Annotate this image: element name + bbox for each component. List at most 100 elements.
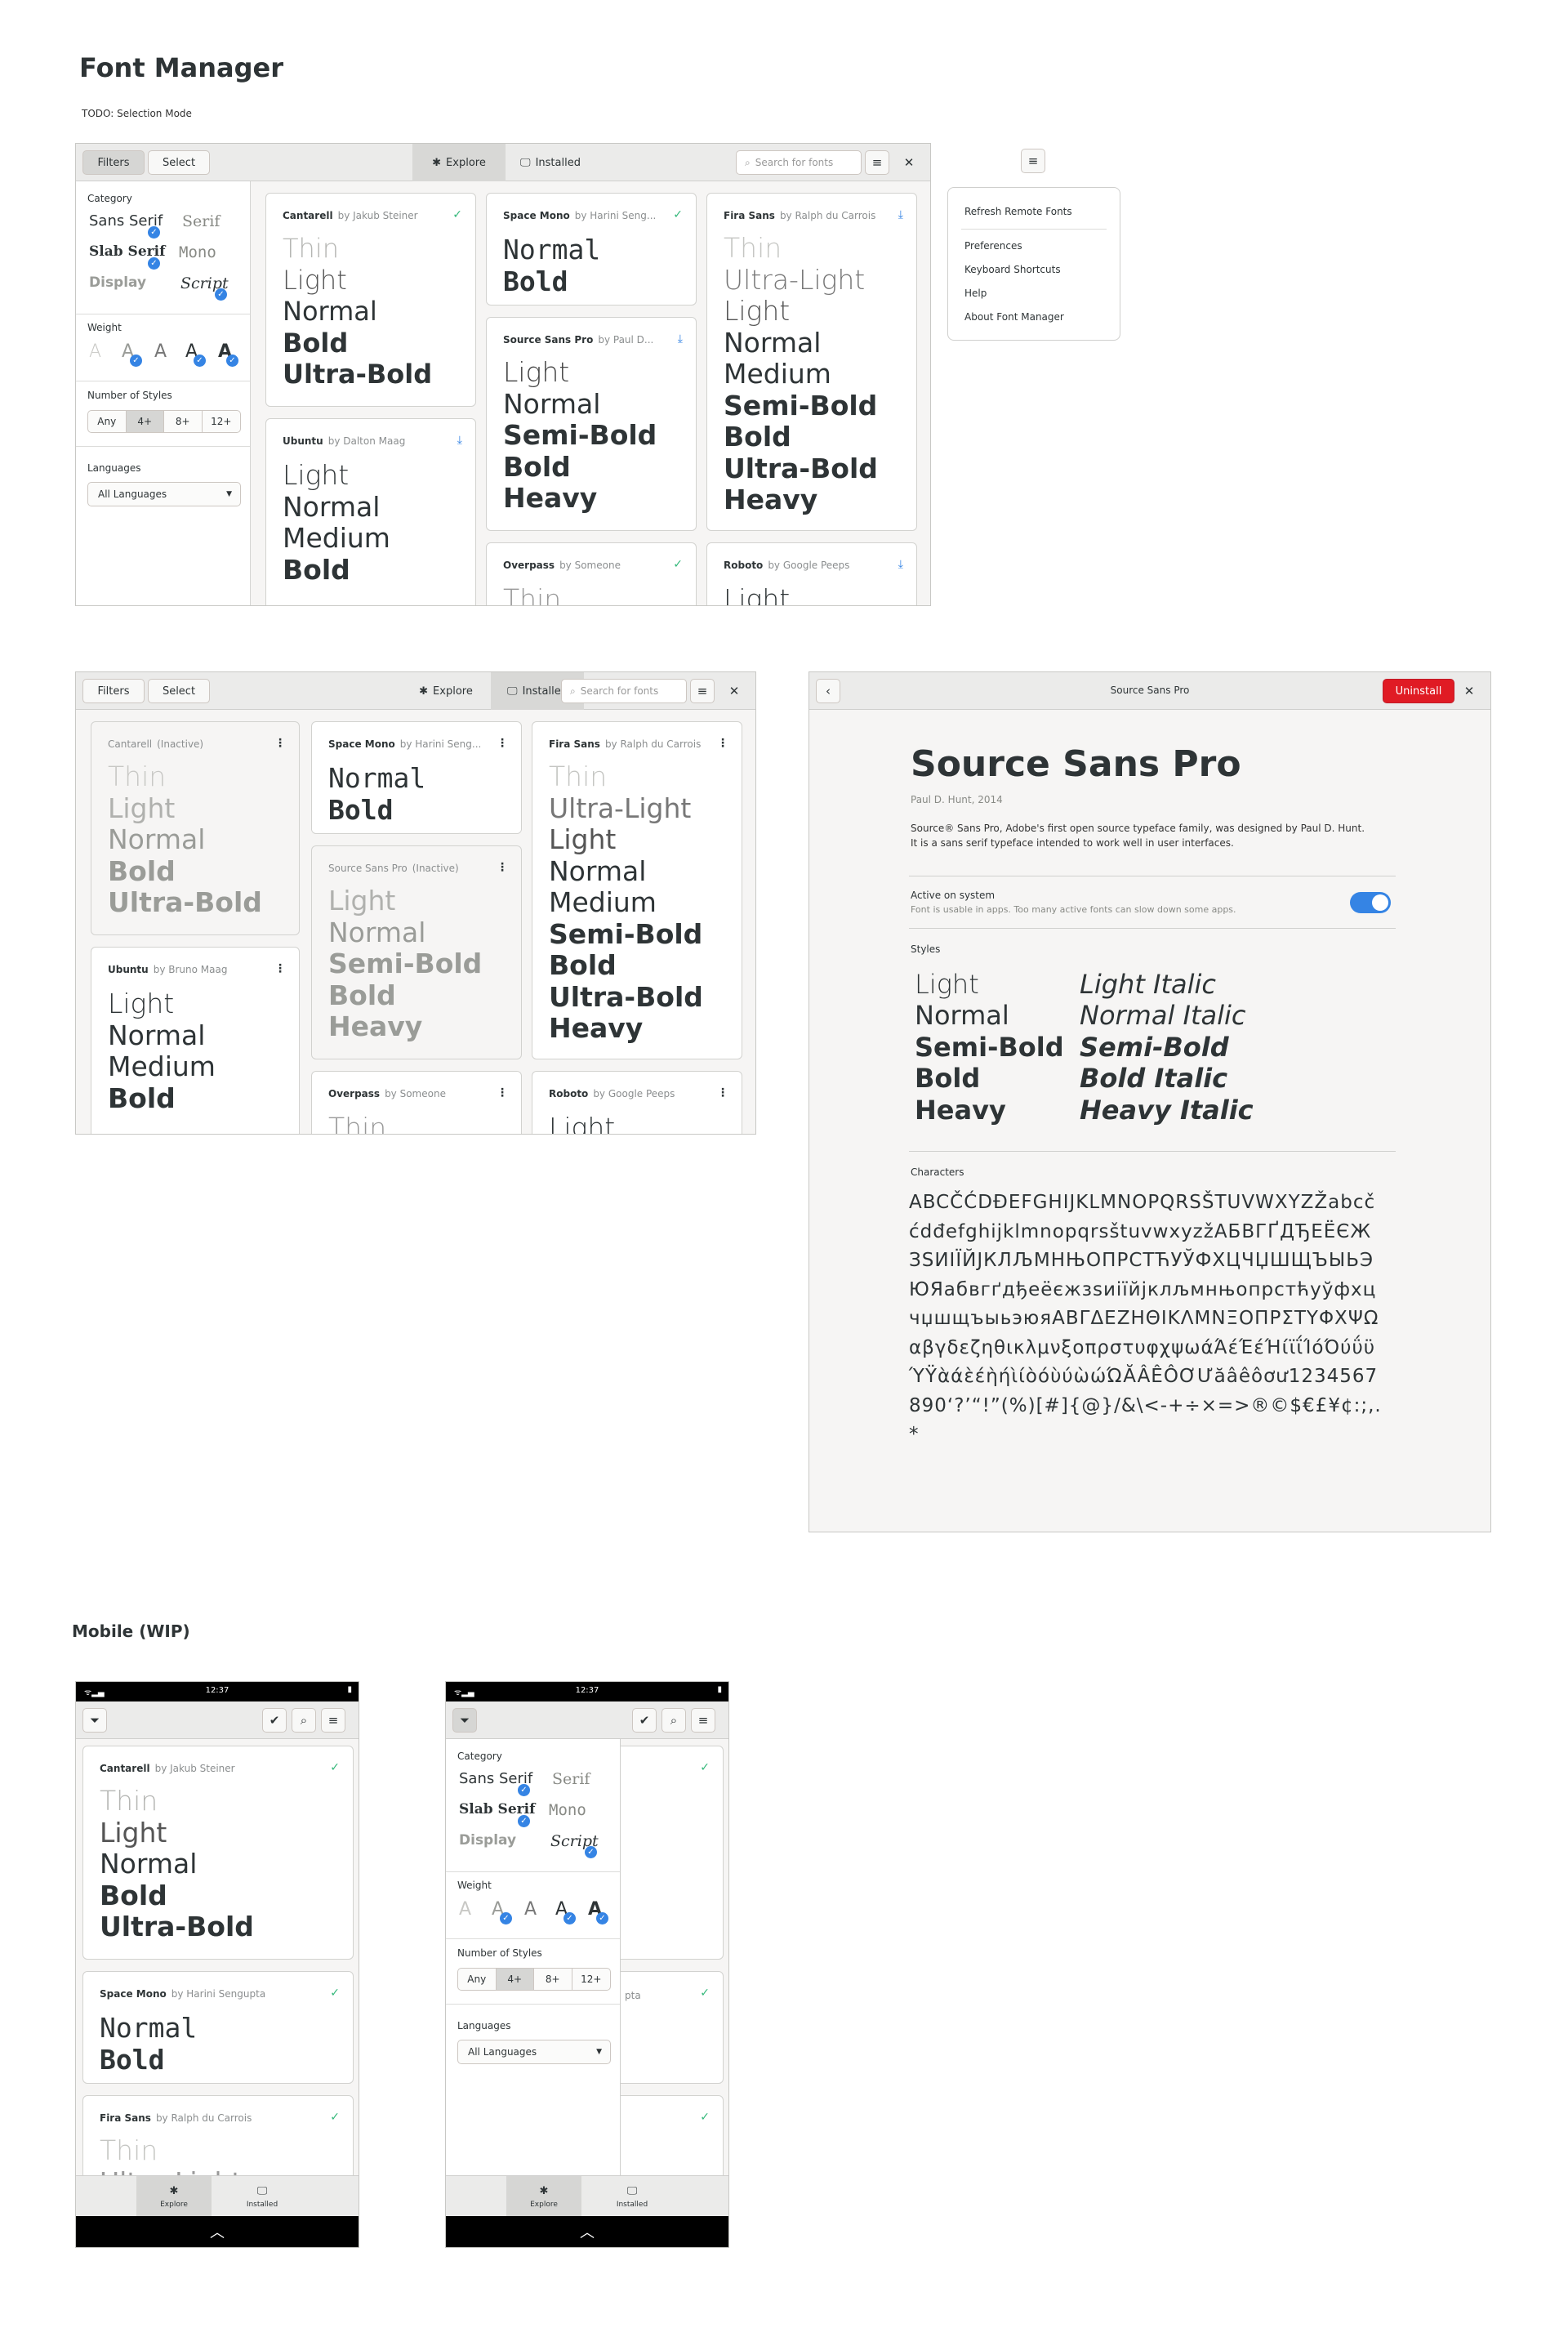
chevron-up-icon: ︿ bbox=[210, 2224, 225, 2241]
installed-check-icon: ✓ bbox=[673, 558, 683, 571]
more-options-icon[interactable]: ⋮ bbox=[717, 737, 728, 750]
uninstall-button[interactable]: Uninstall bbox=[1383, 679, 1454, 703]
check-icon: ✓ bbox=[194, 355, 206, 367]
styles-4-plus[interactable]: 4+ bbox=[496, 1969, 534, 1990]
close-button[interactable]: ✕ bbox=[899, 153, 919, 172]
tab-installed[interactable]: 🖵 Installed bbox=[225, 2176, 300, 2217]
weight-thin[interactable]: A bbox=[459, 1899, 471, 1920]
font-card-roboto[interactable]: Roboto by Google Peeps ⋮ Light bbox=[532, 1071, 742, 1134]
close-button[interactable]: ✕ bbox=[1459, 681, 1479, 701]
languages-dropdown[interactable]: All Languages ▼ bbox=[457, 2040, 611, 2064]
tab-explore[interactable]: ✱ Explore bbox=[412, 144, 506, 181]
languages-dropdown[interactable]: All Languages ▼ bbox=[87, 482, 241, 506]
menu-help[interactable]: Help bbox=[964, 288, 987, 299]
menu-refresh[interactable]: Refresh Remote Fonts bbox=[964, 206, 1072, 217]
search-button[interactable]: ⌕ bbox=[292, 1708, 316, 1733]
header-bar: Filters Select ✱ Explore 🖵 Installed ⌕ Sear… bbox=[76, 144, 930, 181]
category-serif[interactable]: Serif bbox=[182, 212, 220, 230]
more-options-icon[interactable]: ⋮ bbox=[497, 737, 508, 750]
tab-installed[interactable]: 🖵 Installed bbox=[506, 144, 595, 181]
gesture-bar[interactable]: ︿ bbox=[76, 2216, 359, 2247]
weight-thin[interactable]: A bbox=[89, 341, 101, 362]
tab-explore[interactable]: ✱ Explore bbox=[136, 2176, 212, 2217]
search-input[interactable]: ⌕ Search for fonts bbox=[736, 150, 862, 175]
select-button[interactable]: Select bbox=[148, 150, 210, 175]
font-card-source-sans-pro[interactable]: Source Sans Pro by Paul D... ⤓ Light Norm… bbox=[486, 317, 697, 531]
installed-check-icon: ✓ bbox=[700, 1987, 710, 2000]
category-mono[interactable]: Mono bbox=[549, 1801, 586, 1819]
more-options-icon[interactable]: ⋮ bbox=[274, 737, 286, 750]
style-samples: Light Normal Medium Bold bbox=[108, 988, 216, 1114]
search-input[interactable]: ⌕ Search for fonts bbox=[561, 679, 687, 703]
filters-button[interactable]: Filters bbox=[82, 150, 145, 175]
main-menu-button[interactable]: ≡ bbox=[690, 679, 715, 703]
font-card-ubuntu[interactable]: Ubuntu by Dalton Maag ⤓ Light Normal Medi… bbox=[265, 418, 476, 605]
category-display[interactable]: Display bbox=[89, 274, 146, 291]
styles-12-plus[interactable]: 12+ bbox=[203, 411, 240, 432]
styles-8-plus[interactable]: 8+ bbox=[164, 411, 203, 432]
active-toggle[interactable] bbox=[1350, 892, 1391, 913]
font-card-overpass[interactable]: Overpass by Someone ✓ Thin bbox=[486, 542, 697, 605]
menu-keyboard-shortcuts[interactable]: Keyboard Shortcuts bbox=[964, 264, 1061, 275]
weight-normal[interactable]: A bbox=[524, 1899, 537, 1920]
main-menu-button[interactable]: ≡ bbox=[321, 1708, 345, 1733]
download-icon[interactable]: ⤓ bbox=[678, 332, 683, 346]
font-card-space-mono[interactable]: Space Mono by Harini Seng... ⋮ Normal Bol… bbox=[311, 721, 522, 834]
font-card-fira-sans[interactable]: Fira Sans by Ralph du Carrois ⋮ Thin Ultr… bbox=[532, 721, 742, 1059]
main-menu-button[interactable]: ≡ bbox=[865, 150, 889, 175]
more-options-icon[interactable]: ⋮ bbox=[497, 1086, 508, 1099]
select-button[interactable]: Select bbox=[148, 679, 210, 703]
menu-about[interactable]: About Font Manager bbox=[964, 311, 1064, 323]
popover-menu-button[interactable]: ≡ bbox=[1021, 149, 1045, 173]
filter-button[interactable]: ⏷ bbox=[82, 1708, 107, 1733]
font-card-ubuntu[interactable]: Ubuntu by Bruno Maag ⋮ Light Normal Mediu… bbox=[91, 947, 300, 1134]
page-title: Font Manager bbox=[79, 52, 283, 83]
font-card-roboto[interactable]: Roboto by Google Peeps ⤓ Light bbox=[706, 542, 917, 605]
tab-installed[interactable]: 🖵 Installed bbox=[595, 2176, 670, 2217]
styles-any[interactable]: Any bbox=[88, 411, 127, 432]
more-options-icon[interactable]: ⋮ bbox=[717, 1086, 728, 1099]
download-icon[interactable]: ⤓ bbox=[457, 434, 462, 447]
style-normal-italic: Normal Italic bbox=[1080, 1000, 1246, 1031]
separator bbox=[446, 1871, 620, 1872]
menu-preferences[interactable]: Preferences bbox=[964, 240, 1022, 252]
category-mono[interactable]: Mono bbox=[179, 243, 216, 261]
font-card-cantarell[interactable]: Cantarell by Jakub Steiner ✓ Thin Light N… bbox=[265, 193, 476, 407]
close-button[interactable]: ✕ bbox=[724, 681, 744, 701]
styles-8-plus[interactable]: 8+ bbox=[534, 1969, 572, 1990]
more-options-icon[interactable]: ⋮ bbox=[497, 861, 508, 874]
check-icon: ✓ bbox=[215, 288, 227, 301]
explore-icon: ✱ bbox=[169, 2184, 179, 2197]
monitor-icon: 🖵 bbox=[507, 685, 518, 698]
styles-4-plus[interactable]: 4+ bbox=[126, 411, 164, 432]
search-button[interactable]: ⌕ bbox=[662, 1708, 686, 1733]
close-icon: ✕ bbox=[728, 684, 740, 698]
gesture-bar[interactable]: ︿ bbox=[446, 2216, 728, 2247]
more-options-icon[interactable]: ⋮ bbox=[274, 962, 286, 975]
styles-any[interactable]: Any bbox=[458, 1969, 497, 1990]
download-icon[interactable]: ⤓ bbox=[898, 208, 903, 221]
download-icon[interactable]: ⤓ bbox=[898, 558, 903, 571]
font-card-fira-sans[interactable]: Fira Sans by Ralph du Carrois ⤓ Thin Ultr… bbox=[706, 193, 917, 531]
font-card-space-mono[interactable]: Space Mono by Harini Seng... ✓ Normal Bol… bbox=[486, 193, 697, 306]
hamburger-icon: ≡ bbox=[697, 1713, 709, 1728]
select-button[interactable]: ✔ bbox=[632, 1708, 657, 1733]
filters-button[interactable]: Filters bbox=[82, 679, 145, 703]
check-icon: ✓ bbox=[148, 257, 160, 270]
style-samples: Normal Bold bbox=[503, 234, 601, 297]
font-card-space-mono[interactable]: Space Mono by Harini Sengupta ✓ Normal Bo… bbox=[82, 1971, 354, 2084]
font-card-cantarell[interactable]: Cantarell by Jakub Steiner ✓ Thin Light N… bbox=[82, 1746, 354, 1960]
tab-explore[interactable]: ✱ Explore bbox=[401, 672, 491, 710]
main-menu-button[interactable]: ≡ bbox=[691, 1708, 715, 1733]
filter-button[interactable]: ⏷ bbox=[452, 1708, 477, 1733]
font-card-cantarell[interactable]: Cantarell (Inactive) ⋮ Thin Light Normal … bbox=[91, 721, 300, 935]
styles-12-plus[interactable]: 12+ bbox=[572, 1969, 610, 1990]
style-samples: Thin Ultra-Light Light Normal Medium Sem… bbox=[724, 232, 878, 515]
font-card-overpass[interactable]: Overpass by Someone ⋮ Thin bbox=[311, 1071, 522, 1134]
category-display[interactable]: Display bbox=[459, 1832, 516, 1849]
category-serif[interactable]: Serif bbox=[552, 1770, 590, 1788]
font-card-source-sans-pro[interactable]: Source Sans Pro (Inactive) ⋮ Light Normal… bbox=[311, 845, 522, 1059]
select-button[interactable]: ✔ bbox=[262, 1708, 287, 1733]
weight-normal[interactable]: A bbox=[154, 341, 167, 362]
tab-explore[interactable]: ✱ Explore bbox=[506, 2176, 581, 2217]
